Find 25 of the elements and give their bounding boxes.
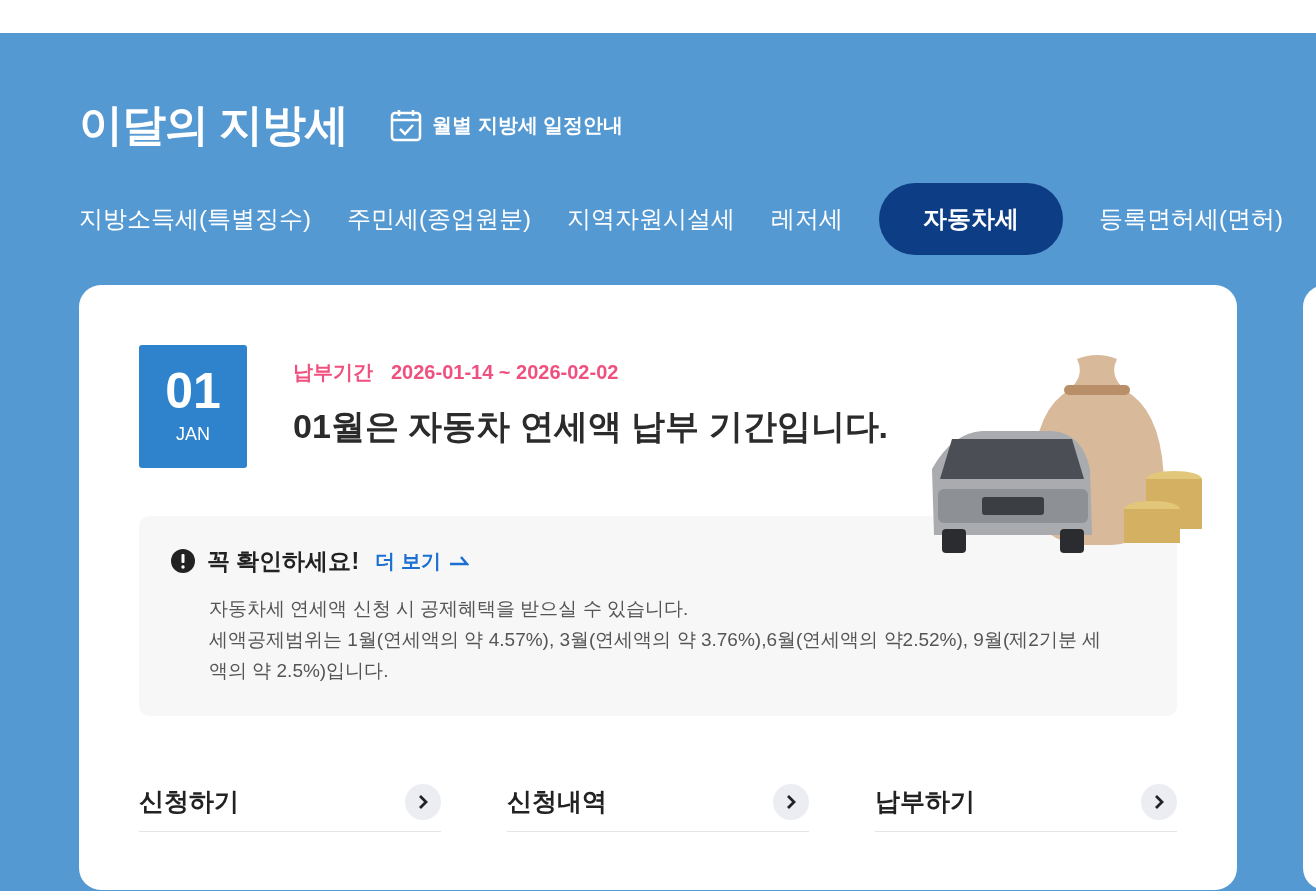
tax-tab[interactable]: 자동차세: [878, 183, 1063, 255]
page-title: 이달의 지방세: [79, 99, 349, 151]
notice-title: 꼭 확인하세요!: [207, 547, 360, 576]
action-link[interactable]: 신청내역: [507, 776, 809, 832]
schedule-link[interactable]: 월별 지방세 일정안내: [390, 108, 624, 142]
tax-tab[interactable]: 지역자원시설세: [566, 183, 735, 255]
tax-tab[interactable]: 지방소득세(특별징수): [79, 183, 311, 255]
calendar-icon: [390, 108, 423, 142]
action-link[interactable]: 신청하기: [139, 776, 441, 832]
period-dates: 2026-01-14 ~ 2026-02-02: [391, 360, 619, 385]
notice-text: 세액공제범위는 1월(연세액의 약 4.57%), 3월(연세액의 약 3.76%),6월(연세액의 약2.52%), 9월(제2기분 세액의 약 2.5%)입니다.: [209, 627, 1103, 683]
period-label: 납부기간: [293, 360, 373, 385]
headline: 01월은 자동차 연세액 납부 기간입니다.: [293, 406, 889, 447]
action-link[interactable]: 납부하기: [875, 776, 1177, 832]
exclamation-icon: [171, 549, 195, 574]
chevron-icon: [1141, 783, 1177, 820]
date-month: JAN: [176, 423, 210, 446]
chevron-icon: [405, 783, 441, 820]
chevron-icon: [773, 783, 809, 820]
tax-tab[interactable]: 등록면허세(면허): [1098, 183, 1283, 255]
date-day: 01: [165, 365, 221, 417]
tax-tab[interactable]: 주민세(종업원분): [347, 183, 531, 255]
notice-text: 자동차세 연세액 신청 시 공제혜택을 받으실 수 있습니다.: [209, 596, 690, 621]
tax-tab[interactable]: 레저세: [770, 183, 843, 255]
more-link[interactable]: 더 보기: [375, 546, 469, 577]
